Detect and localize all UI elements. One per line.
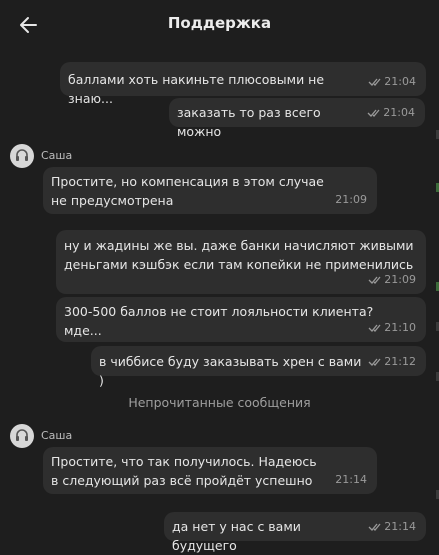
message-bubble-incoming[interactable]: Простите, что так получилось. Надеюсь в … <box>43 447 377 494</box>
sender-name: Саша <box>41 429 73 442</box>
unread-divider: Непрочитанные сообщения <box>128 395 311 410</box>
message-bubble-outgoing[interactable]: заказать то раз всего можно 21:04 <box>169 98 425 139</box>
message-text: 300-500 баллов не стоит лояльности клиен… <box>64 304 374 338</box>
message-time: 21:14 <box>384 520 416 533</box>
message-time: 21:09 <box>384 273 416 286</box>
message-text: в чиббисе буду заказывать хрен с вами ) <box>99 354 362 388</box>
double-check-icon <box>368 358 381 366</box>
message-time: 21:12 <box>384 355 416 368</box>
contact-avatar[interactable] <box>10 424 34 448</box>
message-time: 21:04 <box>384 75 416 88</box>
message-text: Простите, но компенсация в этом случае н… <box>51 174 324 208</box>
headset-icon <box>16 429 28 441</box>
message-time: 21:04 <box>383 106 415 119</box>
message-text: ну и жадины же вы. даже банки начисляют … <box>64 238 414 272</box>
message-meta: 21:04 <box>368 72 416 91</box>
message-meta: 21:04 <box>367 103 415 122</box>
headset-icon <box>16 149 28 161</box>
chat-title: Поддержка <box>167 14 272 32</box>
message-bubble-outgoing[interactable]: в чиббисе буду заказывать хрен с вами ) … <box>91 346 426 388</box>
contact-avatar[interactable] <box>10 144 34 168</box>
double-check-icon <box>368 324 381 332</box>
double-check-icon <box>368 523 381 531</box>
message-bubble-incoming[interactable]: Простите, но компенсация в этом случае н… <box>43 167 377 214</box>
double-check-icon <box>368 276 381 284</box>
message-meta: 21:14 <box>335 470 367 489</box>
message-bubble-outgoing[interactable]: да нет у нас с вами будущего 21:14 <box>164 512 426 553</box>
message-text: Простите, что так получилось. Надеюсь в … <box>51 454 317 488</box>
message-meta: 21:14 <box>368 517 416 536</box>
message-meta: 21:10 <box>368 318 416 337</box>
message-bubble-outgoing[interactable]: баллами хоть накиньте плюсовыми не знаю.… <box>60 62 426 106</box>
message-time: 21:09 <box>335 193 367 206</box>
message-text: да нет у нас с вами будущего <box>172 519 301 553</box>
message-bubble-outgoing[interactable]: 300-500 баллов не стоит лояльности клиен… <box>56 297 426 342</box>
message-meta: 21:12 <box>368 352 416 371</box>
double-check-icon <box>368 78 381 86</box>
message-bubble-outgoing[interactable]: ну и жадины же вы. даже банки начисляют … <box>56 230 426 294</box>
message-time: 21:10 <box>384 321 416 334</box>
message-feed[interactable]: баллами хоть накиньте плюсовыми не знаю.… <box>0 0 439 554</box>
message-meta: 21:09 <box>368 270 416 289</box>
message-text: заказать то раз всего можно <box>177 105 321 139</box>
message-time: 21:14 <box>335 473 367 486</box>
sender-name: Саша <box>41 149 73 162</box>
chat-header: Поддержка <box>0 0 439 50</box>
message-meta: 21:09 <box>335 190 367 209</box>
double-check-icon <box>367 109 380 117</box>
